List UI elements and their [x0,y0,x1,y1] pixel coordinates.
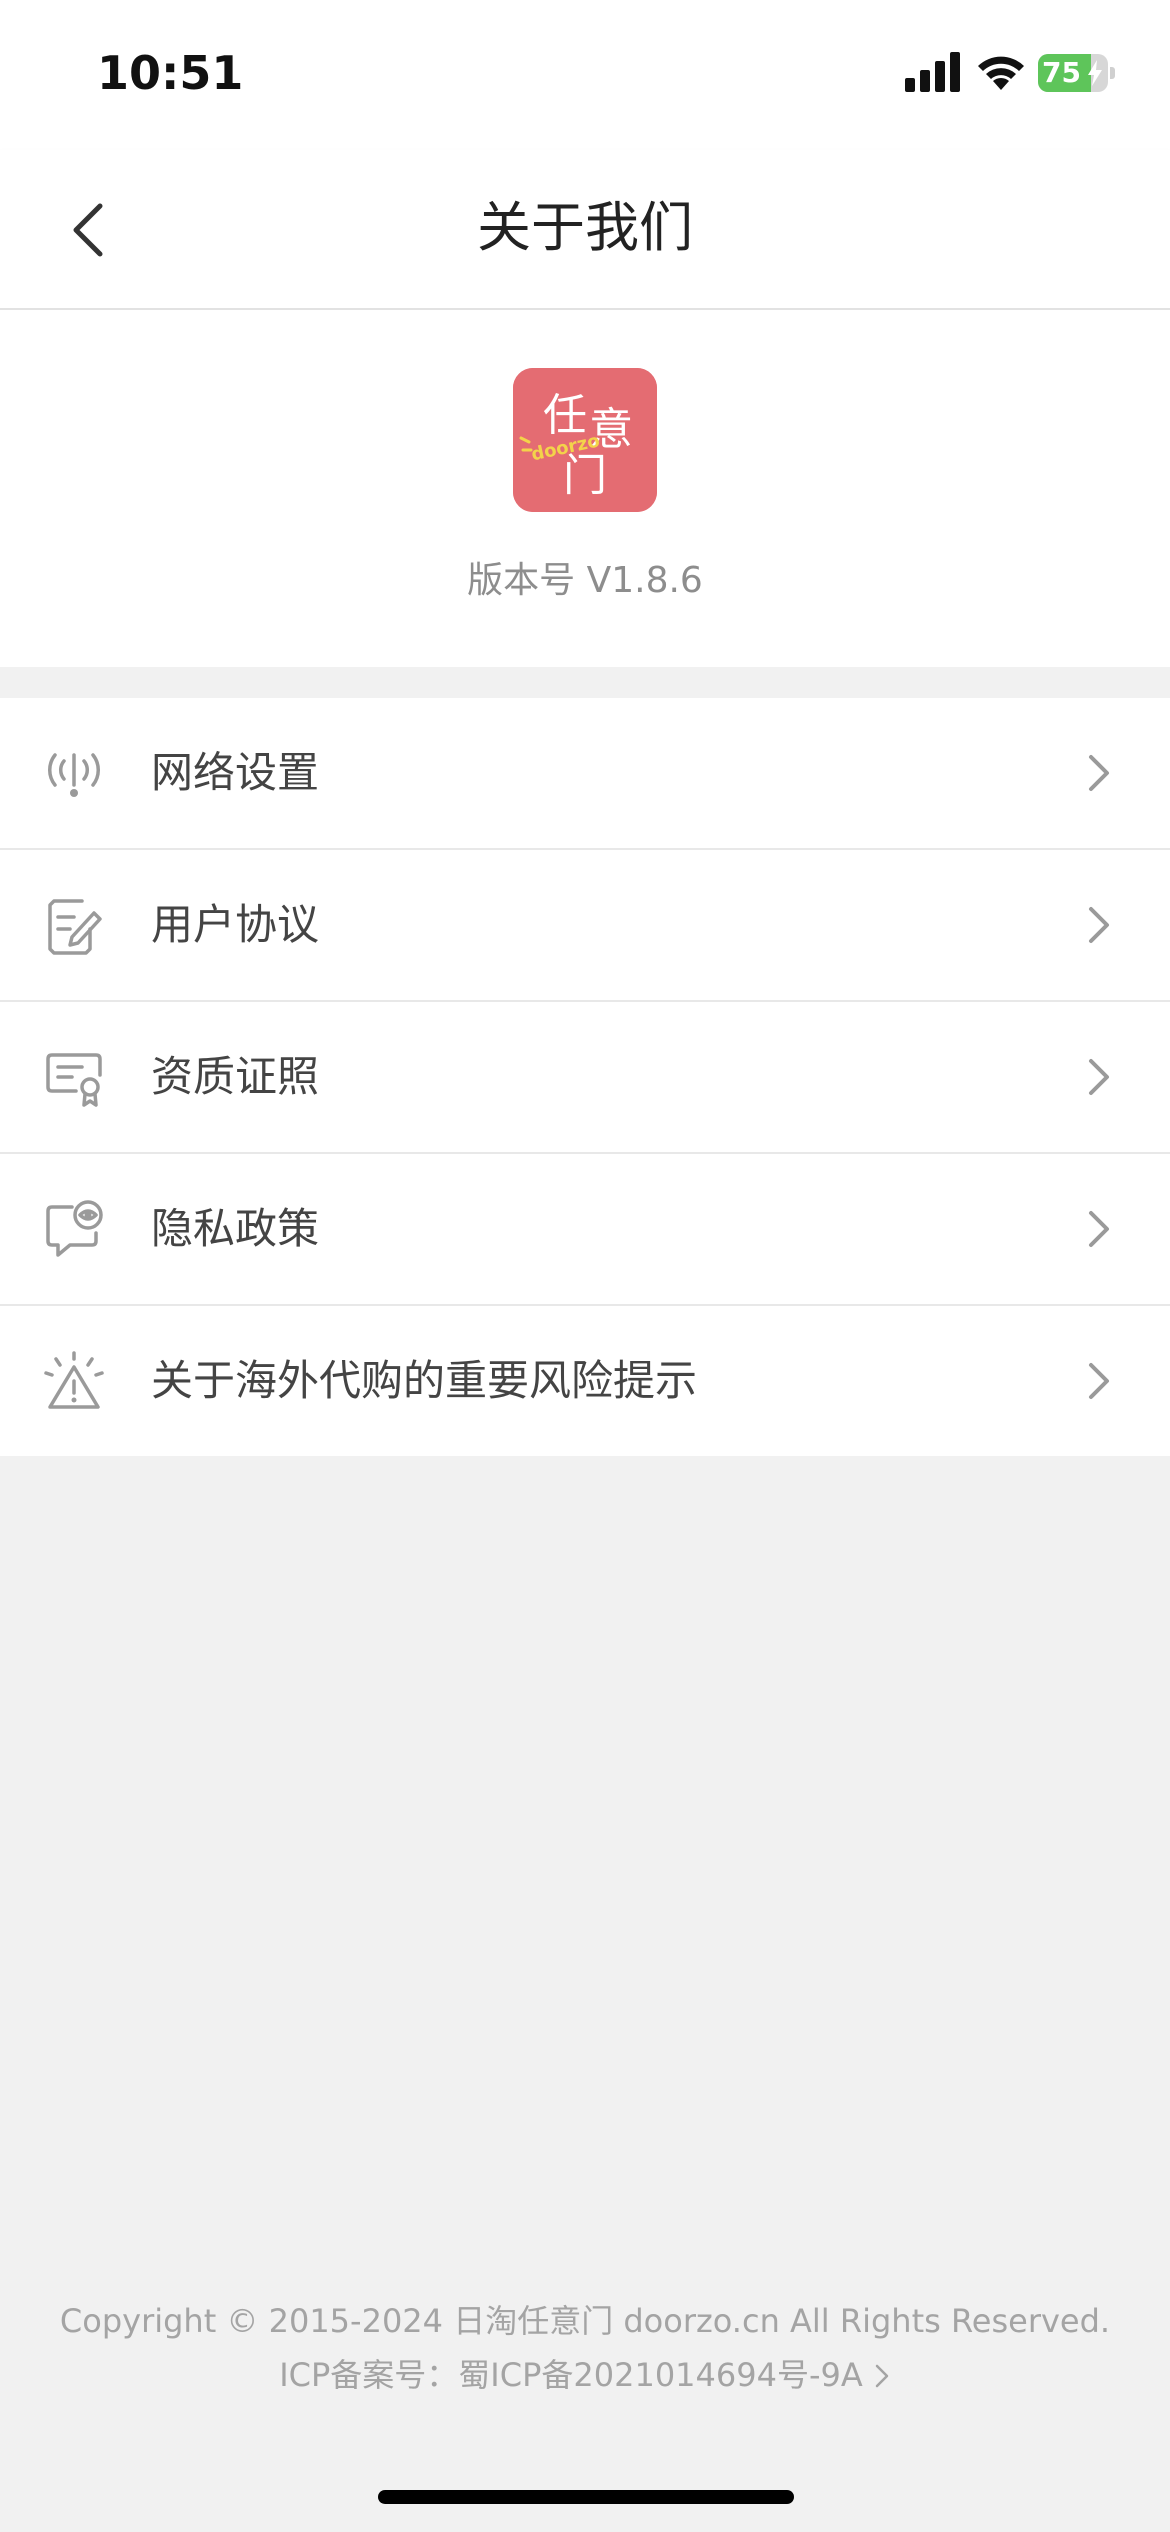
certificate-icon [46,1053,102,1107]
version-label: 版本号 V1.8.6 [467,560,703,601]
home-indicator[interactable] [378,2490,794,2504]
document-edit-icon [48,899,102,955]
menu-item-user-agreement[interactable]: 用户协议 [0,850,1170,1002]
chevron-right-icon [1089,1363,1109,1399]
charging-bolt-icon [1088,60,1102,86]
menu-item-qualifications[interactable]: 资质证照 [0,1002,1170,1154]
menu-item-label: 网络设置 [151,748,320,797]
menu-item-label: 资质证照 [151,1052,320,1101]
chevron-right-icon [875,2364,889,2388]
status-bar: 10:51 75 [0,0,1170,150]
chevron-right-icon [1089,755,1109,791]
status-time: 10:51 [97,46,244,100]
app-logo-art: 任 意 门 doorzo [513,368,657,512]
privacy-eye-chat-icon [46,1200,103,1257]
chevron-right-icon [1089,907,1109,943]
page-title: 关于我们 [477,196,693,259]
app-logo: 任 意 门 doorzo [513,368,657,512]
app-info-card: 任 意 门 doorzo 版本号 V1.8.6 [0,310,1170,667]
menu-item-privacy-policy[interactable]: 隐私政策 [0,1154,1170,1306]
signal-icon [905,52,960,92]
wifi-icon [978,56,1024,90]
settings-menu: 网络设置 用户协议 资质证照 隐私政策 关于海外代购的重要风险提示 [0,698,1170,1456]
copyright-text: Copyright © 2015-2024 日淘任意门 doorzo.cn Al… [59,2302,1111,2340]
network-signal-icon [47,753,101,797]
battery-level-text: 75 [1042,56,1081,89]
chevron-right-icon [1089,1059,1109,1095]
chevron-right-icon [1089,1211,1109,1247]
menu-item-label: 隐私政策 [151,1204,320,1253]
menu-item-overseas-purchase-risk[interactable]: 关于海外代购的重要风险提示 [0,1306,1170,1456]
menu-item-label: 用户协议 [151,900,320,949]
menu-item-label: 关于海外代购的重要风险提示 [151,1356,698,1405]
menu-item-network-settings[interactable]: 网络设置 [0,698,1170,850]
icp-record-text: ICP备案号：蜀ICP备2021014694号-9A [279,2356,863,2394]
icp-record-link[interactable]: ICP备案号：蜀ICP备2021014694号-9A [0,2351,1170,2399]
nav-bar: 关于我们 [0,150,1170,310]
warning-triangle-icon [44,1351,104,1409]
battery-icon: 75 [1038,54,1116,92]
